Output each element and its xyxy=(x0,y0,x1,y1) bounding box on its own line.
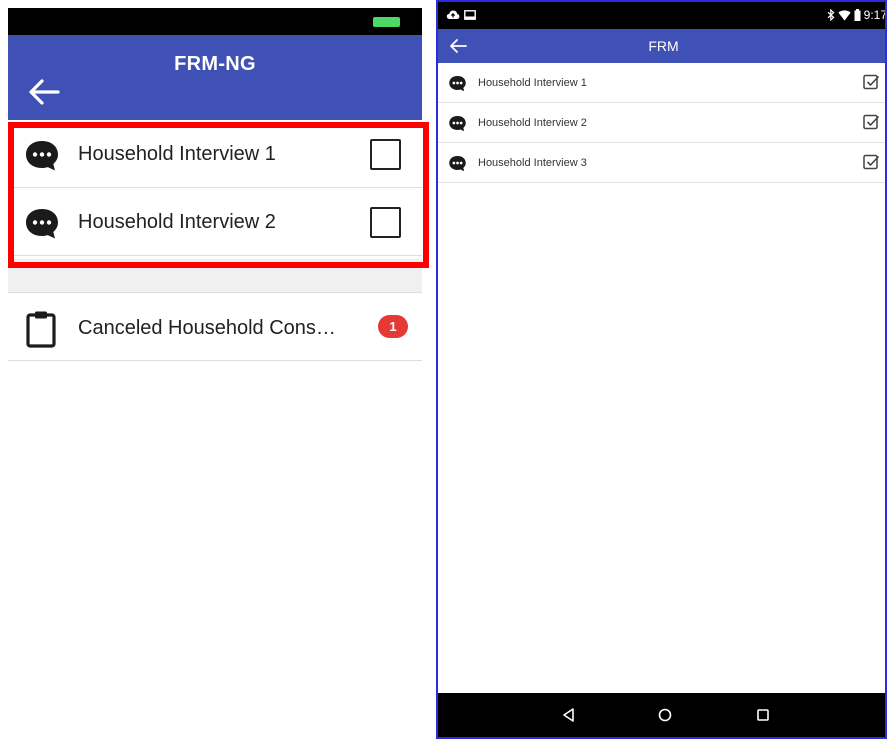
left-phone-screen: FRM-NG Household Interview 1 Household I… xyxy=(8,8,429,739)
back-triangle-icon[interactable] xyxy=(559,705,579,725)
list-item-household-interview-3[interactable]: Household Interview 3 xyxy=(438,143,885,183)
checkbox-checked-icon[interactable] xyxy=(863,154,880,171)
status-icons: 9:17 xyxy=(827,8,887,22)
app-bar: FRM-NG xyxy=(8,35,422,120)
interview-list: Household Interview 1 Household Intervie… xyxy=(8,120,422,256)
checkbox-checked-icon[interactable] xyxy=(863,74,880,91)
recents-square-icon[interactable] xyxy=(753,705,773,725)
clipboard-icon xyxy=(26,311,56,348)
checkbox-unchecked[interactable] xyxy=(370,207,401,238)
list-item-household-interview-1[interactable]: Household Interview 1 xyxy=(438,63,885,103)
interview-list: Household Interview 1 Household Intervie… xyxy=(438,63,885,183)
page-title: FRM xyxy=(648,38,679,54)
home-circle-icon[interactable] xyxy=(655,705,675,725)
chat-bubble-icon xyxy=(449,76,466,92)
back-arrow-icon[interactable] xyxy=(26,75,62,109)
list-item-label: Household Interview 3 xyxy=(478,157,587,169)
checkbox-unchecked[interactable] xyxy=(370,139,401,170)
list-item-label: Household Interview 1 xyxy=(78,143,276,165)
app-bar: FRM xyxy=(438,29,885,63)
status-bar xyxy=(8,8,422,35)
chat-bubble-icon xyxy=(449,156,466,172)
checkbox-checked-icon[interactable] xyxy=(863,114,880,131)
count-badge: 1 xyxy=(378,315,408,338)
battery-icon xyxy=(854,9,861,21)
right-tablet-screen: 9:17 FRM Household Interview 1 Household… xyxy=(436,0,887,739)
cloud-upload-icon xyxy=(446,10,460,19)
list-item-label: Household Interview 2 xyxy=(478,117,587,129)
list-item-household-interview-2[interactable]: Household Interview 2 xyxy=(8,188,422,256)
list-item-label: Household Interview 1 xyxy=(478,77,587,89)
chat-bubble-icon xyxy=(26,209,58,239)
list-item-canceled-household[interactable]: Canceled Household Cons… 1 xyxy=(8,293,422,361)
section-divider xyxy=(8,259,422,293)
status-time: 9:17 xyxy=(863,8,887,22)
screenshot-notification-icon xyxy=(464,10,476,20)
chat-bubble-icon xyxy=(449,116,466,132)
bluetooth-icon xyxy=(827,9,835,21)
wifi-icon xyxy=(838,9,851,21)
chat-bubble-icon xyxy=(26,141,58,171)
status-bar: 9:17 xyxy=(438,2,887,29)
list-item-label: Canceled Household Cons… xyxy=(78,317,336,339)
list-item-household-interview-1[interactable]: Household Interview 1 xyxy=(8,120,422,188)
android-navigation-bar xyxy=(438,693,885,737)
list-item-household-interview-2[interactable]: Household Interview 2 xyxy=(438,103,885,143)
list-item-label: Household Interview 2 xyxy=(78,211,276,233)
page-title: FRM-NG xyxy=(174,53,256,75)
battery-icon xyxy=(373,17,400,27)
